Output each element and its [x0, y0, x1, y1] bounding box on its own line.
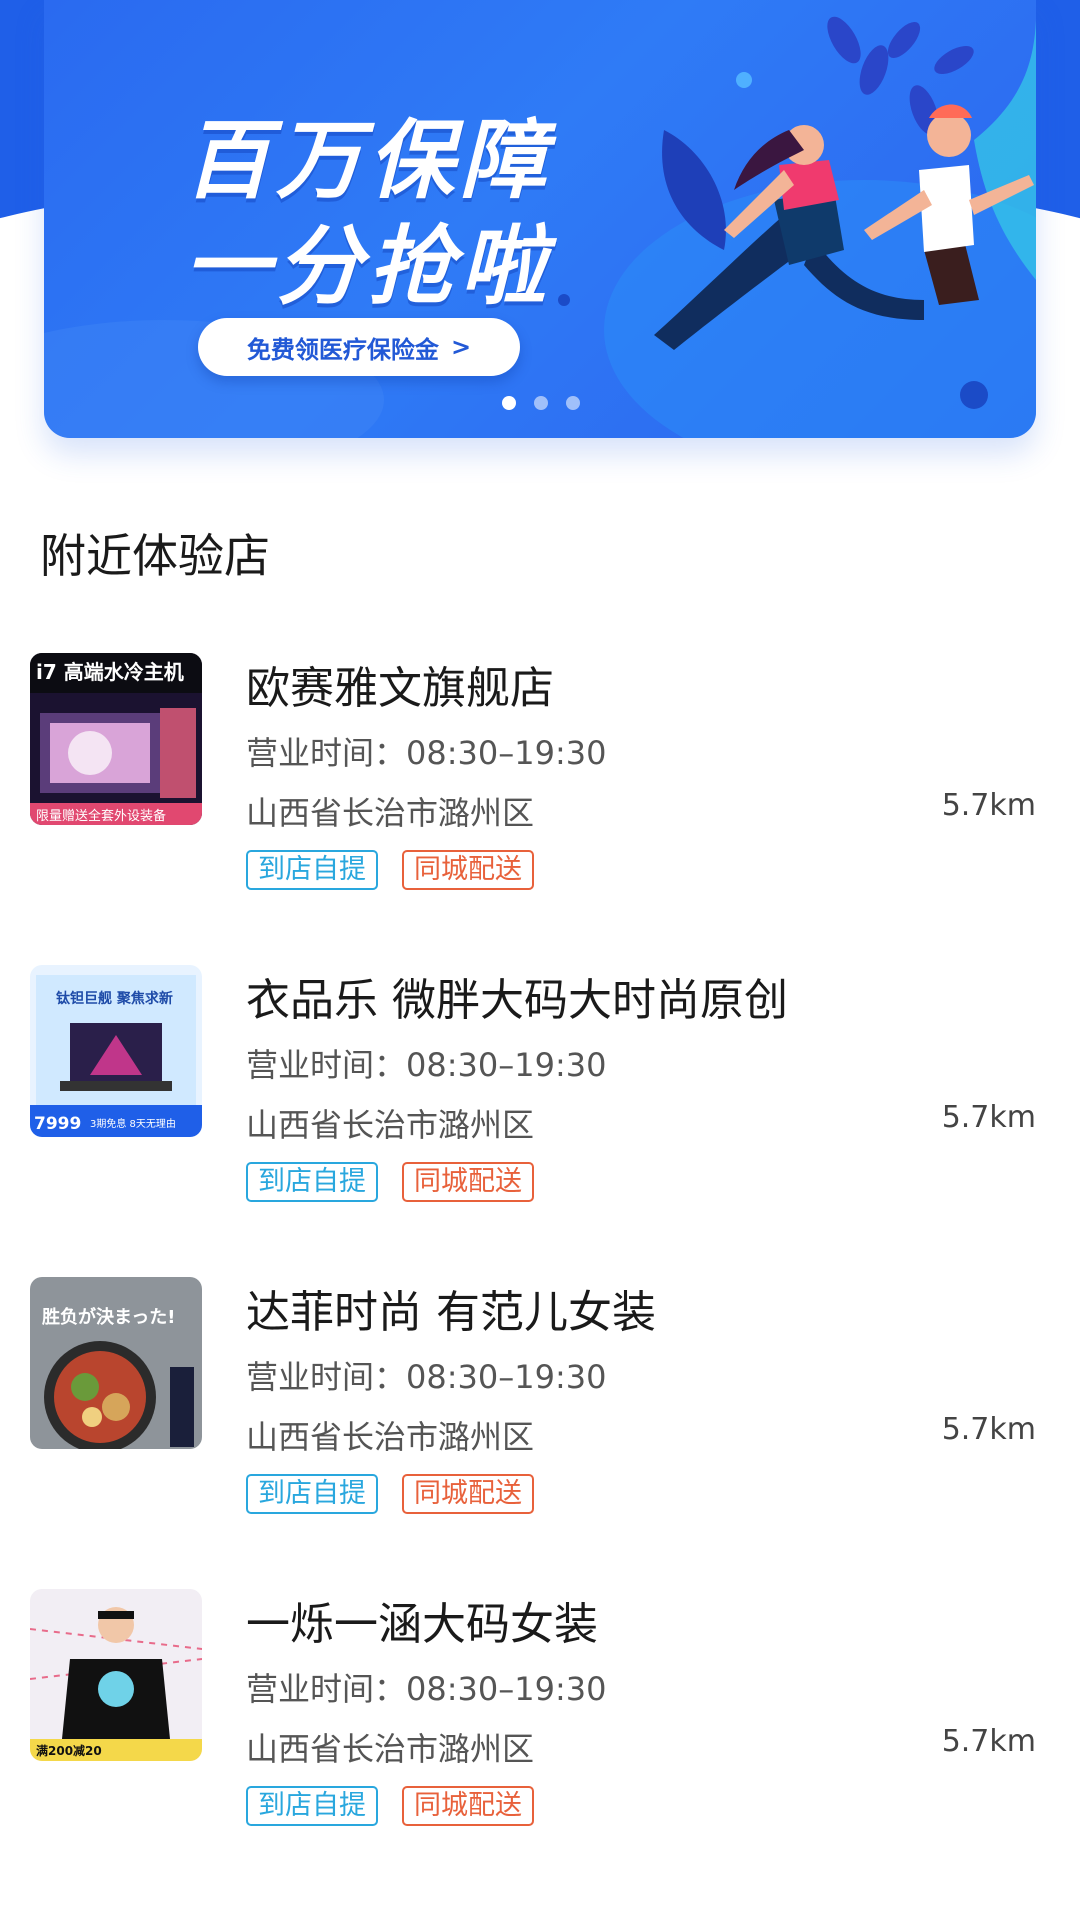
store-item[interactable]: 满200减20 一烁一涵大码女装 营业时间：08:30–19:30 山西省长治市…	[0, 1584, 1080, 1896]
store-item[interactable]: 胜负が決まった! 达菲时尚 有范儿女装 营业时间：08:30–19:30 山西省…	[0, 1272, 1080, 1584]
thumb-caption: 满200减20	[36, 1743, 102, 1758]
carousel-dot-active[interactable]	[502, 396, 516, 410]
store-name: 欧赛雅文旗舰店	[246, 663, 554, 714]
tag-delivery: 同城配送	[402, 1162, 534, 1202]
store-hours: 营业时间：08:30–19:30	[246, 734, 607, 772]
carousel-indicator[interactable]	[502, 396, 580, 410]
store-hours: 营业时间：08:30–19:30	[246, 1046, 607, 1084]
thumb-caption: 钛钽巨舰 聚焦求新	[56, 990, 173, 1007]
store-distance: 5.7km	[941, 1412, 1036, 1447]
store-item[interactable]: 钛钽巨舰 聚焦求新 7999 3期免息 8天无理由 衣品乐 微胖大码大时尚原创 …	[0, 960, 1080, 1272]
store-distance: 5.7km	[941, 1724, 1036, 1759]
store-distance: 5.7km	[941, 1100, 1036, 1135]
store-list: i7 高端水冷主机 限量赠送全套外设装备 欧赛雅文旗舰店 营业时间：08:30–…	[0, 648, 1080, 1896]
store-address: 山西省长治市潞州区	[246, 1106, 535, 1144]
store-thumbnail[interactable]: 胜负が決まった!	[30, 1277, 202, 1449]
store-name: 衣品乐 微胖大码大时尚原创	[246, 975, 788, 1026]
tag-delivery: 同城配送	[402, 1786, 534, 1826]
banner-headline-line2: 一分抢啦	[184, 217, 552, 317]
carousel-dot[interactable]	[534, 396, 548, 410]
tag-delivery: 同城配送	[402, 850, 534, 890]
tag-pickup: 到店自提	[246, 1474, 378, 1514]
tag-pickup: 到店自提	[246, 850, 378, 890]
store-name: 达菲时尚 有范儿女装	[246, 1287, 656, 1338]
thumb-caption: i7 高端水冷主机	[36, 660, 184, 684]
thumbnail-image: 满200减20	[30, 1589, 202, 1761]
chevron-right-icon: >	[450, 333, 472, 361]
store-address: 山西省长治市潞州区	[246, 1730, 535, 1768]
store-address: 山西省长治市潞州区	[246, 794, 535, 832]
thumbnail-image: i7 高端水冷主机 限量赠送全套外设装备	[30, 653, 202, 825]
store-address: 山西省长治市潞州区	[246, 1418, 535, 1456]
carousel-dot[interactable]	[566, 396, 580, 410]
store-hours: 营业时间：08:30–19:30	[246, 1358, 607, 1396]
thumbnail-image: 钛钽巨舰 聚焦求新 7999 3期免息 8天无理由	[30, 965, 202, 1137]
insurance-cta-button[interactable]: 免费领医疗保险金 >	[198, 318, 520, 376]
store-hours: 营业时间：08:30–19:30	[246, 1670, 607, 1708]
store-thumbnail[interactable]: 满200减20	[30, 1589, 202, 1761]
page: 百万保障 一分抢啦 免费领医疗保险金 > 附近体验店 i7 高端水冷主机 限量赠…	[0, 0, 1080, 1920]
section-title: 附近体验店	[40, 529, 270, 583]
thumb-price: 7999	[34, 1114, 81, 1134]
thumb-caption-sub: 限量赠送全套外设装备	[36, 808, 166, 824]
thumbnail-image: 胜负が決まった!	[30, 1277, 202, 1449]
store-name: 一烁一涵大码女装	[246, 1599, 598, 1650]
tag-pickup: 到店自提	[246, 1786, 378, 1826]
store-item[interactable]: i7 高端水冷主机 限量赠送全套外设装备 欧赛雅文旗舰店 营业时间：08:30–…	[0, 648, 1080, 960]
tag-pickup: 到店自提	[246, 1162, 378, 1202]
store-distance: 5.7km	[941, 788, 1036, 823]
store-thumbnail[interactable]: i7 高端水冷主机 限量赠送全套外设装备	[30, 653, 202, 825]
store-thumbnail[interactable]: 钛钽巨舰 聚焦求新 7999 3期免息 8天无理由	[30, 965, 202, 1137]
thumb-caption: 胜负が決まった!	[42, 1306, 176, 1328]
cta-label: 免费领医疗保险金	[246, 335, 439, 364]
promo-banner[interactable]: 百万保障 一分抢啦 免费领医疗保险金 >	[44, 0, 1036, 438]
tag-delivery: 同城配送	[402, 1474, 534, 1514]
thumb-caption-sub: 3期免息 8天无理由	[90, 1117, 176, 1130]
